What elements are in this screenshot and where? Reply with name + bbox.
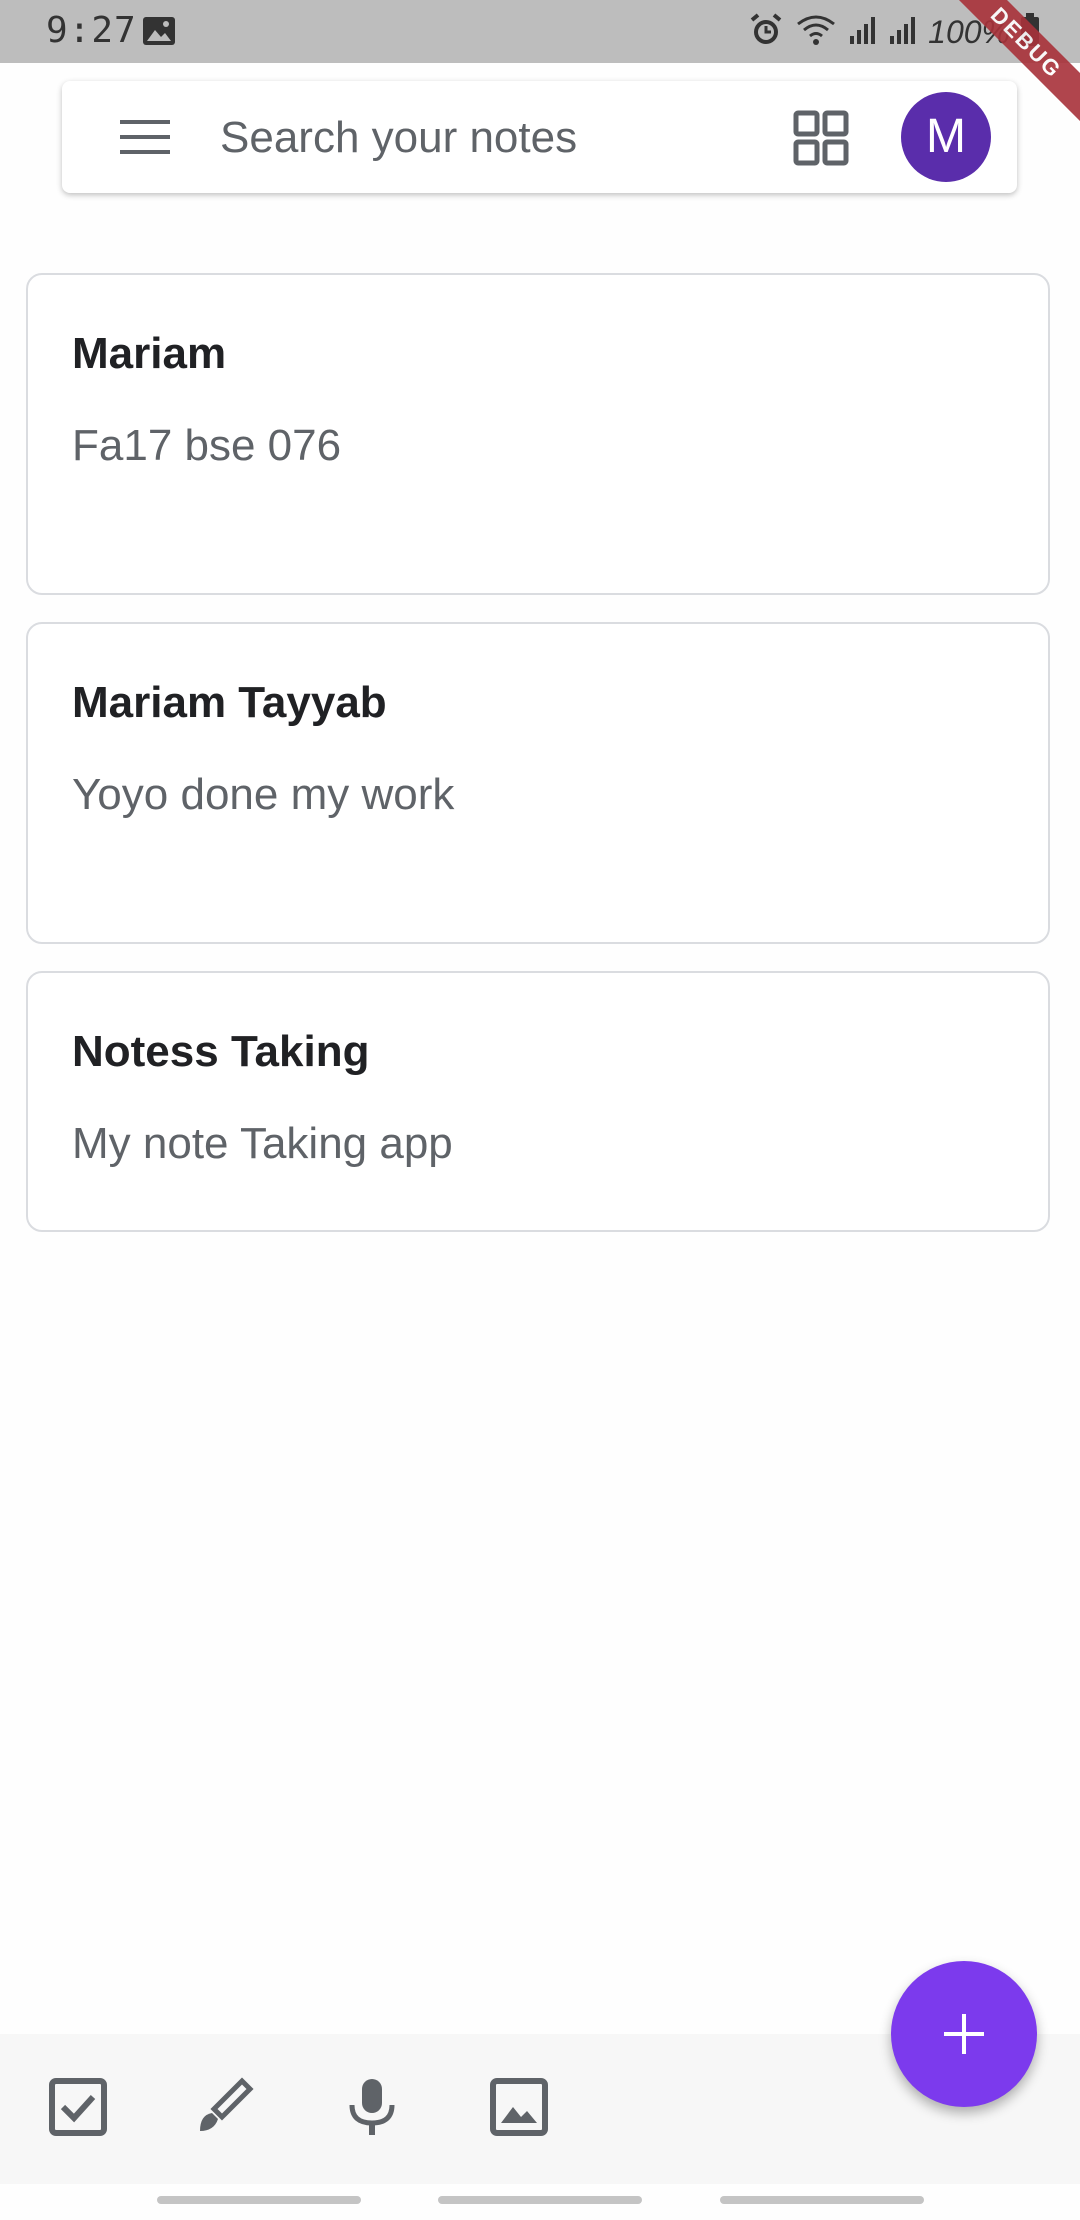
checkbox-icon[interactable]	[46, 2075, 110, 2139]
nav-handle	[720, 2196, 924, 2204]
note-body: Yoyo done my work	[72, 770, 455, 819]
note-body: Fa17 bse 076	[72, 421, 342, 470]
status-time: 9:27	[46, 10, 137, 51]
add-note-button[interactable]	[891, 1961, 1037, 2107]
image-icon[interactable]	[487, 2075, 551, 2139]
note-card[interactable]: Mariam Tayyab Yoyo done my work	[26, 622, 1050, 944]
note-body: My note Taking app	[72, 1119, 453, 1168]
signal-icon	[888, 14, 918, 51]
plus-icon	[891, 2014, 1037, 2111]
note-card[interactable]: Notess Taking My note Taking app	[26, 971, 1050, 1232]
grid-view-icon[interactable]	[793, 110, 849, 166]
search-bar: M	[62, 81, 1017, 193]
wifi-icon	[794, 12, 838, 53]
signal-icon	[848, 14, 878, 51]
avatar[interactable]: M	[901, 92, 991, 182]
nav-handle	[438, 2196, 642, 2204]
nav-handle	[157, 2196, 361, 2204]
note-title: Notess Taking	[72, 1027, 370, 1076]
alarm-icon	[748, 12, 784, 53]
note-card[interactable]: Mariam Fa17 bse 076	[26, 273, 1050, 595]
search-input[interactable]	[218, 109, 782, 167]
status-bar: 9:27 100%	[0, 0, 1080, 63]
microphone-icon[interactable]	[340, 2075, 404, 2139]
note-title: Mariam	[72, 329, 227, 378]
note-title: Mariam Tayyab	[72, 678, 387, 727]
menu-icon[interactable]	[120, 118, 170, 156]
image-notification-icon	[142, 16, 176, 51]
brush-icon[interactable]	[192, 2075, 256, 2139]
